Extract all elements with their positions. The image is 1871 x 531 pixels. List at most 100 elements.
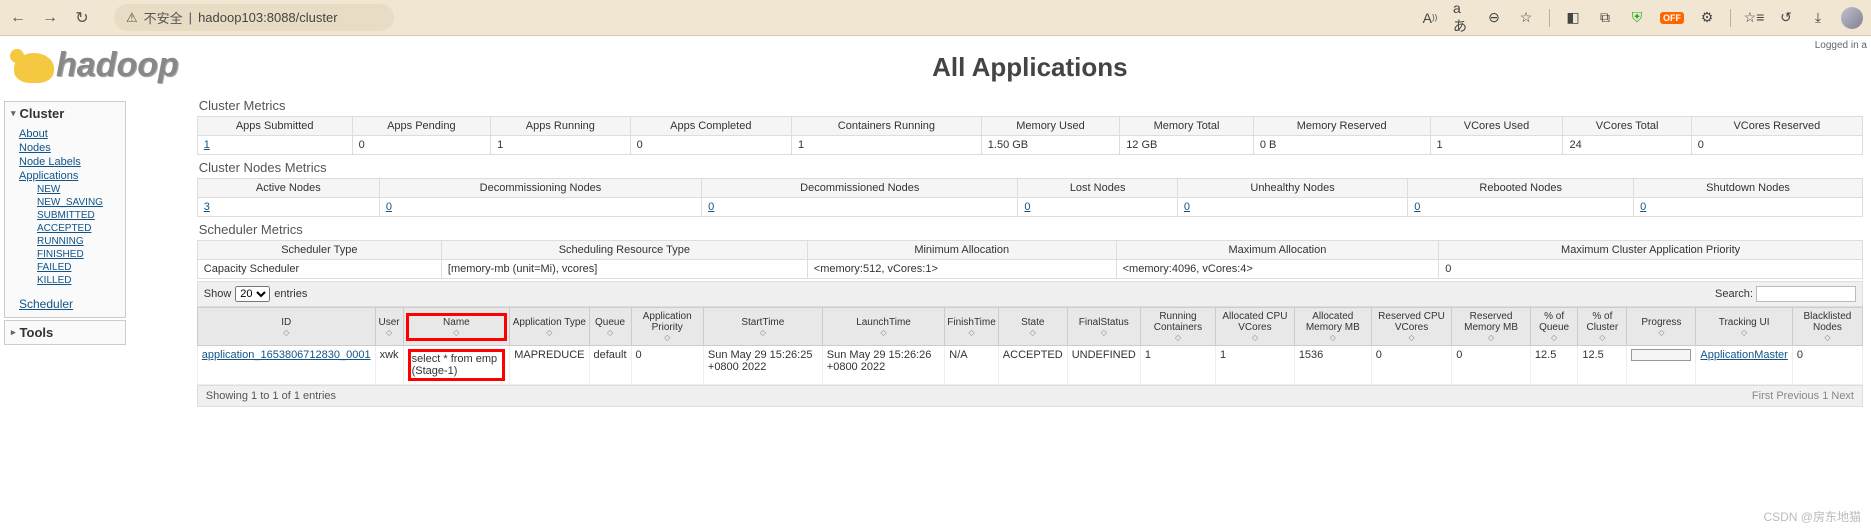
datatable-footer: Showing 1 to 1 of 1 entries First Previo… — [197, 385, 1863, 407]
cluster-header[interactable]: ▾Cluster — [5, 102, 125, 125]
insecure-label: 不安全 — [144, 8, 183, 27]
cluster-metrics-header: Cluster Metrics — [197, 95, 1863, 116]
cell-user: xwk — [375, 346, 403, 385]
cell-type: MAPREDUCE — [510, 346, 589, 385]
col-reserved-cpu-vcores[interactable]: Reserved CPU VCores◇ — [1371, 308, 1451, 346]
divider-2 — [1730, 9, 1731, 27]
cell-final: UNDEFINED — [1067, 346, 1140, 385]
sidebar-item-scheduler[interactable]: Scheduler — [19, 297, 73, 311]
sidebar-sub-finished[interactable]: FINISHED — [37, 248, 119, 261]
divider — [1549, 9, 1550, 27]
col-name[interactable]: Name◇ — [403, 308, 510, 346]
toolbar-right: A)) aあ ⊖ ☆ ◧ ⧉ ⛨ OFF ⚙ ☆≡ ↺ ⤓ — [1421, 7, 1863, 29]
off-badge[interactable]: OFF — [1660, 12, 1684, 24]
zoom-icon[interactable]: ⊖ — [1485, 9, 1503, 27]
url-text: hadoop103:8088/cluster — [198, 10, 338, 25]
col-queue[interactable]: Queue◇ — [589, 308, 631, 346]
col-finalstatus[interactable]: FinalStatus◇ — [1067, 308, 1140, 346]
favorites-bar-icon[interactable]: ☆≡ — [1745, 9, 1763, 27]
cell-progress — [1627, 346, 1696, 385]
cell-containers: 1 — [1140, 346, 1215, 385]
entries-select[interactable]: 20 — [235, 286, 270, 302]
downloads-icon[interactable]: ⤓ — [1809, 9, 1827, 27]
col-progress[interactable]: Progress◇ — [1627, 308, 1696, 346]
sidebar-item-nodes[interactable]: Nodes — [19, 141, 119, 155]
col-id[interactable]: ID◇ — [197, 308, 375, 346]
search-label: Search: — [1715, 288, 1753, 300]
browser-toolbar: ← → ↻ ⚠ 不安全 | hadoop103:8088/cluster A))… — [0, 0, 1871, 36]
nodes-metrics-table: Active NodesDecommissioning NodesDecommi… — [197, 178, 1863, 217]
shield-icon[interactable]: ⛨ — [1628, 9, 1646, 27]
reload-button[interactable]: ↻ — [72, 8, 92, 28]
col-user[interactable]: User◇ — [375, 308, 403, 346]
col--of-queue[interactable]: % of Queue◇ — [1530, 308, 1577, 346]
col-application-priority[interactable]: Application Priority◇ — [631, 308, 703, 346]
url-separator: | — [189, 10, 192, 25]
cell-priority: 0 — [631, 346, 703, 385]
col--of-cluster[interactable]: % of Cluster◇ — [1578, 308, 1627, 346]
pagination[interactable]: First Previous 1 Next — [1752, 390, 1854, 402]
cell-queue: default — [589, 346, 631, 385]
table-row: application_1653806712830_0001xwkselect … — [197, 346, 1862, 385]
tools-header[interactable]: ▸Tools — [5, 321, 125, 344]
cell-launch: Sun May 29 15:26:26 +0800 2022 — [822, 346, 944, 385]
extensions-icon[interactable]: ⚙ — [1698, 9, 1716, 27]
collections-icon[interactable]: ⧉ — [1596, 9, 1614, 27]
watermark: CSDN @房东地猫 — [1763, 508, 1861, 525]
col-starttime[interactable]: StartTime◇ — [703, 308, 822, 346]
sidebar-sub-new[interactable]: NEW — [37, 183, 119, 196]
sidebar-item-applications[interactable]: Applications — [19, 169, 119, 183]
cell-pc: 12.5 — [1578, 346, 1627, 385]
sidebar: ▾Cluster About Nodes Node Labels Applica… — [0, 95, 130, 351]
col-running-containers[interactable]: Running Containers◇ — [1140, 308, 1215, 346]
forward-button[interactable]: → — [40, 8, 60, 28]
cell-state: ACCEPTED — [998, 346, 1067, 385]
col-launchtime[interactable]: LaunchTime◇ — [822, 308, 944, 346]
search-input[interactable] — [1756, 286, 1856, 302]
cell-mem: 1536 — [1294, 346, 1371, 385]
col-allocated-memory-mb[interactable]: Allocated Memory MB◇ — [1294, 308, 1371, 346]
show-label: Show — [204, 288, 232, 300]
avatar[interactable] — [1841, 7, 1863, 29]
sidebar-sub-failed[interactable]: FAILED — [37, 261, 119, 274]
translate-icon[interactable]: aあ — [1453, 9, 1471, 27]
entries-label: entries — [274, 288, 307, 300]
table-info: Showing 1 to 1 of 1 entries — [206, 390, 336, 402]
col-reserved-memory-mb[interactable]: Reserved Memory MB◇ — [1452, 308, 1531, 346]
sidebar-sub-submitted[interactable]: SUBMITTED — [37, 209, 119, 222]
col-tracking-ui[interactable]: Tracking UI◇ — [1696, 308, 1792, 346]
history-icon[interactable]: ↺ — [1777, 9, 1795, 27]
cell-pq: 12.5 — [1530, 346, 1577, 385]
col-allocated-cpu-vcores[interactable]: Allocated CPU VCores◇ — [1216, 308, 1295, 346]
scheduler-metrics-header: Scheduler Metrics — [197, 219, 1863, 240]
back-button[interactable]: ← — [8, 8, 28, 28]
scheduler-metrics-table: Scheduler TypeScheduling Resource TypeMi… — [197, 240, 1863, 279]
sidebar-sub-killed[interactable]: KILLED — [37, 274, 119, 287]
main-content: All Applications Cluster Metrics Apps Su… — [193, 36, 1871, 411]
applications-table: ID◇User◇Name◇Application Type◇Queue◇Appl… — [197, 307, 1863, 385]
col-finishtime[interactable]: FinishTime◇ — [945, 308, 999, 346]
cell-tracking: ApplicationMaster — [1696, 346, 1792, 385]
progress-bar — [1631, 349, 1691, 361]
sidebar-sub-newsaving[interactable]: NEW_SAVING — [37, 196, 119, 209]
col-blacklisted-nodes[interactable]: Blacklisted Nodes◇ — [1792, 308, 1862, 346]
cell-name: select * from emp (Stage-1) — [403, 346, 510, 385]
cell-finish: N/A — [945, 346, 999, 385]
cell-rcpu: 0 — [1371, 346, 1451, 385]
reader-icon[interactable]: A)) — [1421, 9, 1439, 27]
sidebar-sub-running[interactable]: RUNNING — [37, 235, 119, 248]
col-application-type[interactable]: Application Type◇ — [510, 308, 589, 346]
sidebar-item-about[interactable]: About — [19, 127, 119, 141]
sidebar-item-nodelabels[interactable]: Node Labels — [19, 155, 119, 169]
favorite-icon[interactable]: ☆ — [1517, 9, 1535, 27]
address-bar[interactable]: ⚠ 不安全 | hadoop103:8088/cluster — [114, 4, 394, 31]
cell-rmem: 0 — [1452, 346, 1531, 385]
page-title: All Applications — [197, 40, 1863, 95]
logo: hadoop — [0, 36, 193, 95]
col-state[interactable]: State◇ — [998, 308, 1067, 346]
datatable-toolbar: Show 20 entries Search: — [197, 281, 1863, 307]
ext1-icon[interactable]: ◧ — [1564, 9, 1582, 27]
cell-id: application_1653806712830_0001 — [197, 346, 375, 385]
sidebar-sub-accepted[interactable]: ACCEPTED — [37, 222, 119, 235]
cell-blacklisted: 0 — [1792, 346, 1862, 385]
